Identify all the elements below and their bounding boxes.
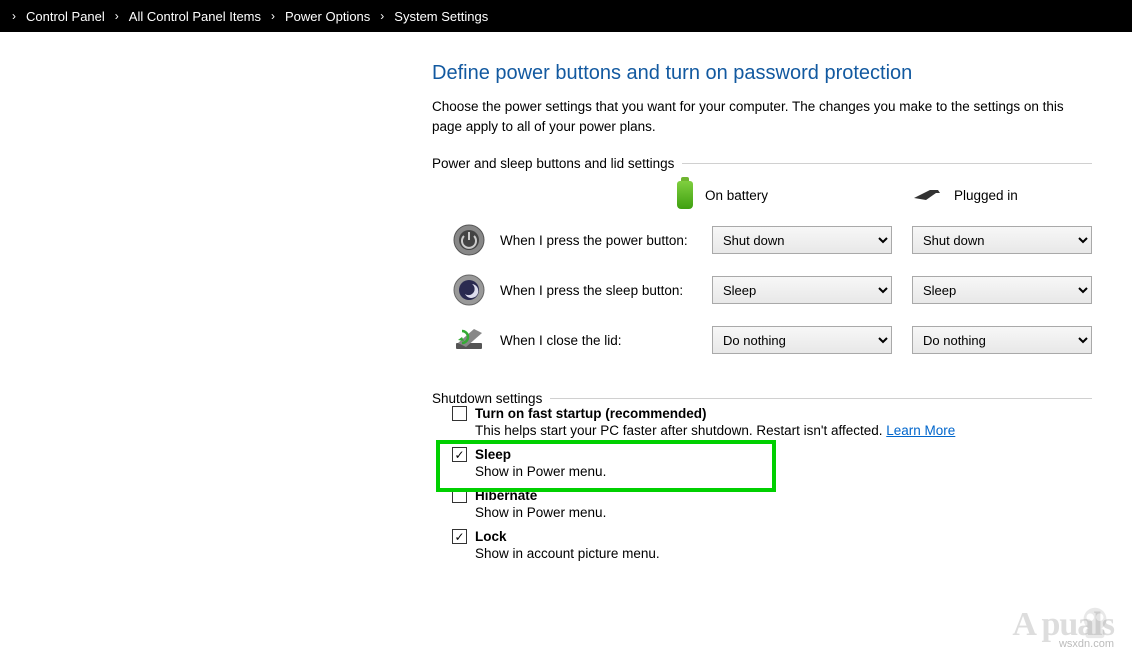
plug-icon	[912, 186, 942, 204]
lid-icon	[452, 323, 486, 357]
learn-more-link[interactable]: Learn More	[886, 423, 955, 438]
row-close-lid: When I close the lid: Do nothing Do noth…	[432, 323, 1092, 357]
breadcrumb-power-options[interactable]: Power Options	[279, 9, 376, 24]
breadcrumb: › Control Panel › All Control Panel Item…	[0, 0, 1132, 32]
shutdown-section: Shutdown settings Turn on fast startup (…	[432, 391, 1092, 570]
sleep-button-plugged-select[interactable]: Sleep	[912, 276, 1092, 304]
fast-startup-item: Turn on fast startup (recommended) This …	[452, 406, 1092, 438]
chevron-right-icon: ›	[115, 9, 119, 23]
section-legend: Power and sleep buttons and lid settings	[432, 156, 682, 171]
lid-plugged-select[interactable]: Do nothing	[912, 326, 1092, 354]
power-button-battery-select[interactable]: Shut down	[712, 226, 892, 254]
chevron-right-icon: ›	[12, 9, 16, 23]
fast-startup-label: Turn on fast startup (recommended)	[475, 406, 707, 421]
breadcrumb-control-panel[interactable]: Control Panel	[20, 9, 111, 24]
sleep-item: Sleep Show in Power menu.	[452, 447, 1092, 479]
page-description: Choose the power settings that you want …	[432, 97, 1092, 136]
chevron-right-icon: ›	[380, 9, 384, 23]
sleep-description: Show in Power menu.	[475, 464, 1092, 479]
sleep-button-battery-select[interactable]: Sleep	[712, 276, 892, 304]
page-title: Define power buttons and turn on passwor…	[432, 62, 1092, 85]
lock-description: Show in account picture menu.	[475, 546, 1092, 561]
row-label: When I press the sleep button:	[500, 283, 712, 298]
hibernate-checkbox[interactable]	[452, 488, 467, 503]
column-label-battery: On battery	[705, 188, 768, 203]
column-label-plugged: Plugged in	[954, 188, 1018, 203]
watermark: A puals wsxdn.com	[1012, 606, 1114, 650]
lock-checkbox[interactable]	[452, 529, 467, 544]
watermark-mascot-icon	[1076, 602, 1114, 640]
hibernate-label: Hibernate	[475, 488, 537, 503]
column-on-battery: On battery	[677, 181, 817, 209]
power-sleep-section: Power and sleep buttons and lid settings…	[432, 156, 1092, 373]
sleep-checkbox[interactable]	[452, 447, 467, 462]
sleep-label: Sleep	[475, 447, 511, 462]
lock-label: Lock	[475, 529, 507, 544]
fast-startup-description: This helps start your PC faster after sh…	[475, 423, 1092, 438]
hibernate-description: Show in Power menu.	[475, 505, 1092, 520]
battery-icon	[677, 181, 693, 209]
row-label: When I close the lid:	[500, 333, 712, 348]
row-label: When I press the power button:	[500, 233, 712, 248]
breadcrumb-system-settings[interactable]: System Settings	[388, 9, 494, 24]
power-button-icon	[452, 223, 486, 257]
hibernate-item: Hibernate Show in Power menu.	[452, 488, 1092, 520]
breadcrumb-all-items[interactable]: All Control Panel Items	[123, 9, 267, 24]
row-sleep-button: When I press the sleep button: Sleep Sle…	[432, 273, 1092, 307]
section-legend: Shutdown settings	[432, 391, 550, 406]
lock-item: Lock Show in account picture menu.	[452, 529, 1092, 561]
column-plugged-in: Plugged in	[912, 186, 1052, 204]
lid-battery-select[interactable]: Do nothing	[712, 326, 892, 354]
chevron-right-icon: ›	[271, 9, 275, 23]
power-button-plugged-select[interactable]: Shut down	[912, 226, 1092, 254]
sleep-button-icon	[452, 273, 486, 307]
fast-startup-checkbox[interactable]	[452, 406, 467, 421]
row-power-button: When I press the power button: Shut down…	[432, 223, 1092, 257]
